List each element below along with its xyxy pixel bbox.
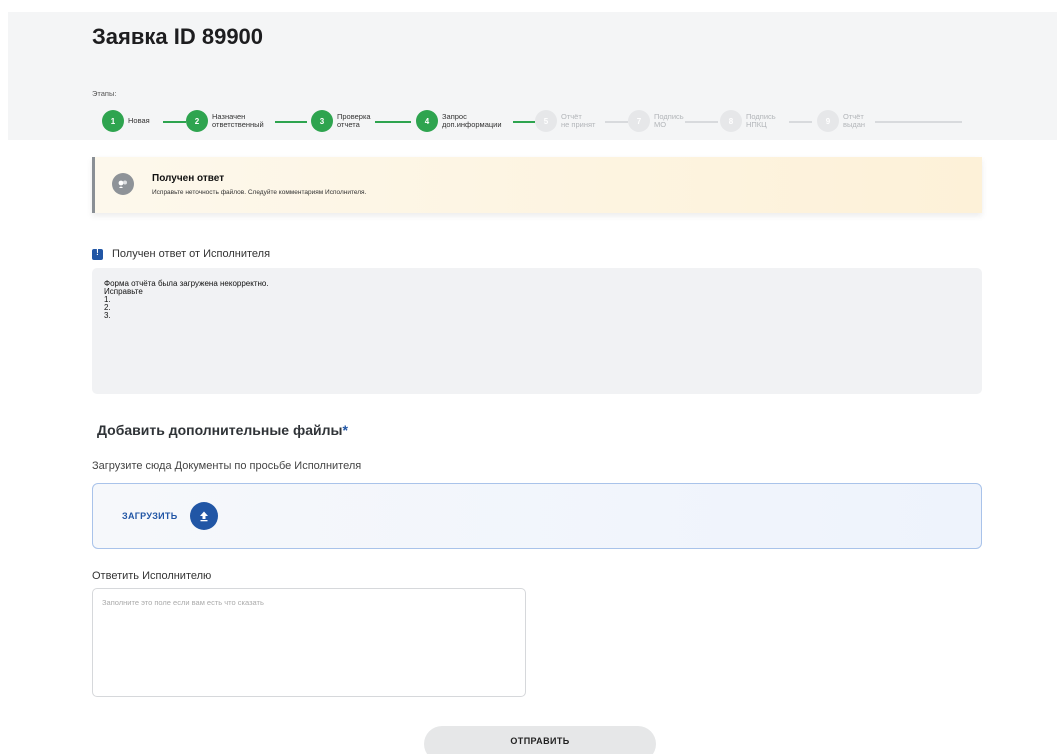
stage-connector (685, 121, 718, 123)
response-header: Получен ответ от Исполнителя (92, 248, 270, 260)
stage-number: 7 (628, 110, 650, 132)
upload-button[interactable] (190, 502, 218, 530)
alert-message-icon (92, 248, 103, 260)
stage-number: 3 (311, 110, 333, 132)
add-files-title: Добавить дополнительные файлы* (97, 422, 348, 438)
stages-stepper: 1 Новая 2 Назначен ответственный 3 Прове… (92, 106, 972, 136)
alert-text: Исправьте неточность файлов. Следуйте ко… (152, 189, 367, 196)
stage-label: Проверка отчета (337, 112, 371, 129)
stage-7: 7 Подпись МО (628, 110, 684, 132)
stage-connector (375, 121, 411, 123)
stage-connector (163, 121, 186, 123)
stage-1: 1 Новая (102, 110, 150, 132)
message-icon (112, 173, 134, 195)
response-line: 3. (104, 311, 111, 320)
stage-3: 3 Проверка отчета (311, 110, 371, 132)
stage-label: Подпись НПКЦ (746, 112, 776, 129)
stage-5: 5 Отчёт не принят (535, 110, 595, 132)
stage-label: Подпись МО (654, 112, 684, 129)
stage-connector (605, 121, 628, 123)
upload-label[interactable]: ЗАГРУЗИТЬ (122, 511, 178, 521)
stage-label: Назначен ответственный (212, 112, 264, 129)
stage-label: Отчёт не принят (561, 112, 596, 129)
stage-number: 1 (102, 110, 124, 132)
stage-label: Новая (128, 116, 150, 125)
response-line: 1. (104, 295, 111, 304)
stage-number: 8 (720, 110, 742, 132)
required-mark: * (342, 422, 348, 438)
response-line: 2. (104, 303, 111, 312)
stage-2: 2 Назначен ответственный (186, 110, 264, 132)
page-title: Заявка ID 89900 (92, 24, 264, 49)
stage-label: Отчёт выдан (843, 112, 866, 129)
stage-connector (513, 121, 535, 123)
alert-title: Получен ответ (152, 173, 225, 184)
response-line: Исправьте (104, 287, 143, 296)
request-header: Заявка ID 89900 Этапы: 1 Новая 2 Назначе… (8, 12, 1057, 140)
upload-dropzone[interactable]: ЗАГРУЗИТЬ (92, 483, 982, 549)
stage-connector (275, 121, 307, 123)
stages-label: Этапы: (92, 89, 117, 98)
reply-textarea[interactable] (92, 588, 526, 697)
response-message: Форма отчёта была загружена некорректно.… (92, 268, 982, 394)
response-line: Форма отчёта была загружена некорректно. (104, 279, 269, 288)
submit-button[interactable]: ОТПРАВИТЬ (424, 726, 656, 754)
stage-4: 4 Запрос доп.информации (416, 110, 502, 132)
stage-9: 9 Отчёт выдан (817, 110, 865, 132)
stage-number: 4 (416, 110, 438, 132)
stage-number: 5 (535, 110, 557, 132)
add-files-hint: Загрузите сюда Документы по просьбе Испо… (92, 460, 362, 472)
stage-label: Запрос доп.информации (442, 112, 502, 129)
stage-number: 2 (186, 110, 208, 132)
stage-8: 8 Подпись НПКЦ (720, 110, 776, 132)
stage-connector (789, 121, 812, 123)
reply-label: Ответить Исполнителю (92, 570, 212, 582)
add-files-title-text: Добавить дополнительные файлы (97, 422, 343, 438)
stage-connector (875, 121, 962, 123)
response-received-alert: Получен ответ Исправьте неточность файло… (92, 157, 982, 213)
upload-icon (200, 511, 208, 522)
stage-number: 9 (817, 110, 839, 132)
response-title: Получен ответ от Исполнителя (112, 248, 271, 260)
